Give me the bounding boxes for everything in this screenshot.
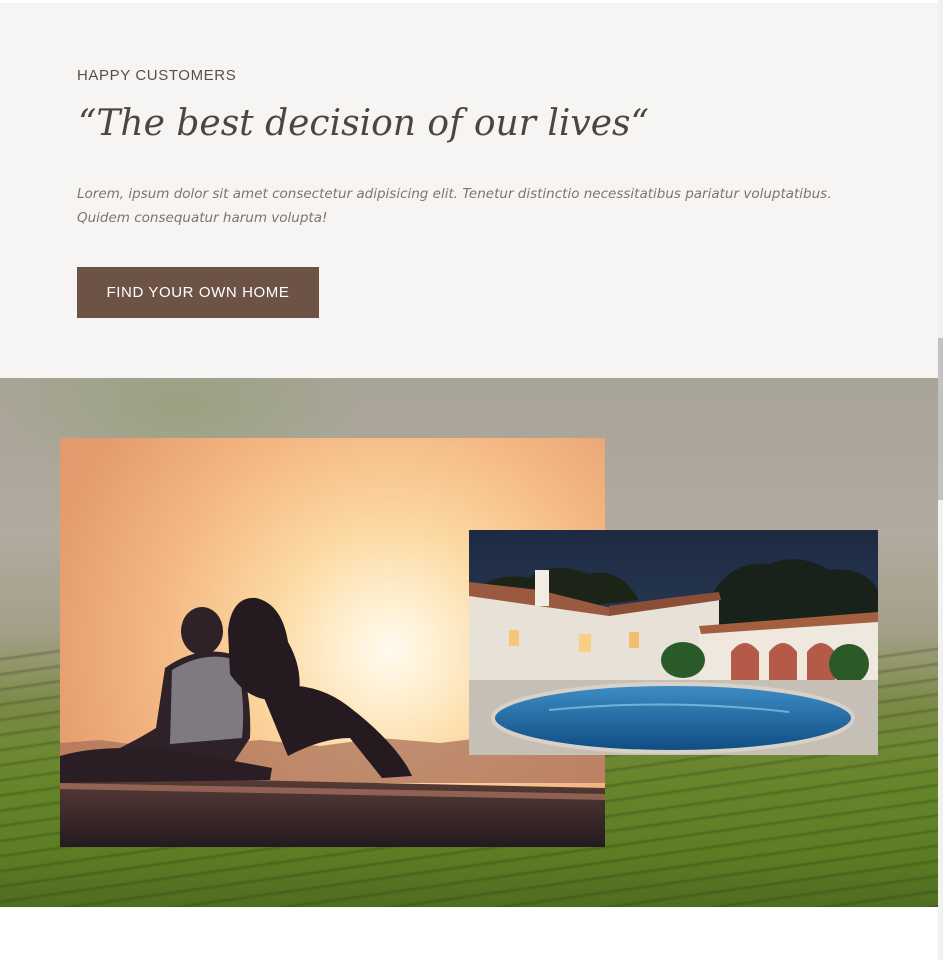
testimonial-quote: “The best decision of our lives“ [78,103,649,144]
testimonial-body: Lorem, ipsum dolor sit amet consectetur … [77,186,832,226]
page-scrollbar-thumb[interactable] [938,338,943,500]
hero-gallery [0,378,938,907]
testimonial-section: HAPPY CUSTOMERS “The best decision of ou… [0,3,938,378]
find-home-button[interactable]: FIND YOUR OWN HOME [77,267,319,318]
section-eyebrow: HAPPY CUSTOMERS [77,67,237,84]
villa-pool-night-photo [469,530,878,755]
